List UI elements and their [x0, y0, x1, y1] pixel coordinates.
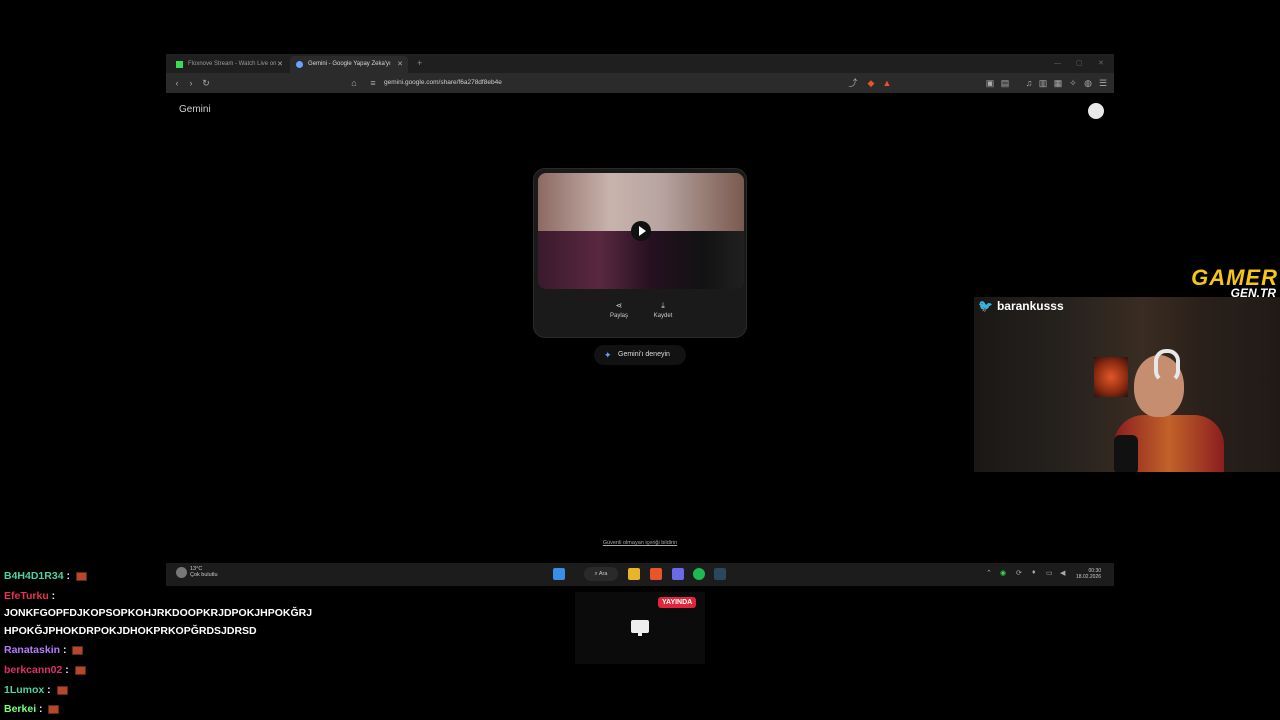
ai-icon[interactable]: ✧ — [1066, 76, 1080, 90]
chat-message: EfeTurku : — [4, 590, 56, 602]
chat-message: B4H4D1R34 : — [4, 569, 87, 583]
steam-icon[interactable] — [714, 568, 726, 580]
brave-shield-icon[interactable]: ◆ — [864, 76, 878, 90]
save-label: Kaydet — [653, 313, 673, 319]
tab-title: Gemini - Google Yapay Zeka'yı — [308, 61, 391, 67]
chat-message: 1Lumox : — [4, 683, 68, 697]
tray-sync-icon[interactable]: ⟳ — [1016, 569, 1022, 577]
search-label: Ara — [598, 571, 608, 577]
clock-date: 18.02.2026 — [1076, 574, 1102, 580]
chat-message-text: JONKFGOPFDJKOPSOPKOHJRKDOOPKRJDPOKJHPOKĞ… — [4, 607, 313, 619]
download-icon: ⤓ — [661, 301, 665, 310]
shared-video-card: ⋖ Paylaş ⤓ Kaydet — [533, 168, 747, 338]
wallet-icon[interactable]: ▤ — [998, 76, 1012, 90]
forward-icon[interactable]: › — [184, 76, 198, 90]
twitter-handle: 🐦 barankusss — [978, 299, 1064, 313]
sparkle-icon: ✦ — [604, 350, 612, 360]
handle-text: barankusss — [996, 299, 1064, 313]
screenshot-icon[interactable]: ▦ — [1051, 76, 1065, 90]
fireplace — [1094, 357, 1128, 397]
browser-window: Floxnove Stream - Watch Live on ✕ Gemini… — [166, 54, 1114, 586]
chat-user: B4H4D1R34 — [4, 570, 64, 582]
share-label: Paylaş — [609, 313, 628, 319]
twitter-icon: 🐦 — [978, 299, 993, 313]
tab-bar: Floxnove Stream - Watch Live on ✕ Gemini… — [166, 54, 1114, 73]
avatar[interactable] — [1088, 103, 1104, 119]
share-icon: ⋖ — [615, 301, 623, 310]
emote-icon — [48, 704, 60, 714]
url-text[interactable]: gemini.google.com/share/f6a278df8eb4e — [384, 75, 502, 91]
emote-icon — [56, 685, 68, 695]
chat-user: berkcann02 — [4, 664, 63, 676]
share-icon[interactable]: ⤴ — [846, 76, 860, 90]
vpn-icon[interactable]: ◍ — [1081, 76, 1095, 90]
microphone — [1114, 435, 1138, 472]
gemini-logo[interactable]: Gemini — [179, 104, 211, 115]
extension-icon[interactable]: ▣ — [983, 76, 997, 90]
chat-message: Ranataskin : — [4, 643, 84, 657]
chat-user: 1Lumox — [4, 684, 45, 696]
menu-icon[interactable]: ☰ — [1096, 76, 1110, 90]
close-icon[interactable]: ✕ — [277, 56, 283, 73]
report-link[interactable]: Güvenli olmayan içeriği bildirin — [166, 540, 1114, 546]
try-gemini-button[interactable]: ✦ Gemini'ı deneyin — [594, 345, 686, 365]
chat-message: berkcann02 : — [4, 663, 86, 677]
discord-icon[interactable] — [672, 568, 684, 580]
emote-icon — [72, 645, 84, 655]
file-explorer-icon[interactable] — [628, 568, 640, 580]
gamergen-logo: GAMER GEN.TR — [1150, 266, 1280, 301]
toolbar: ‹ › ↻ ⌂ ≡ gemini.google.com/share/f6a278… — [166, 73, 1114, 93]
chat-user: Ranataskin — [4, 644, 61, 656]
maximize-icon[interactable]: ▢ — [1076, 54, 1083, 73]
tray-chevron-icon[interactable]: ⌃ — [986, 569, 992, 577]
emote-icon — [75, 571, 87, 581]
video-thumbnail[interactable] — [538, 173, 744, 289]
chat-overlay: B4H4D1R34 : EfeTurku : JONKFGOPFDJKOPSOP… — [0, 550, 340, 720]
headset — [1154, 349, 1180, 383]
live-badge: YAYINDA — [658, 597, 697, 608]
chat-message: Berkei : — [4, 702, 60, 716]
rewards-icon[interactable]: ▲ — [880, 76, 894, 90]
music-icon[interactable]: ♫ — [1022, 76, 1036, 90]
tab-stream[interactable]: Floxnove Stream - Watch Live on ✕ — [170, 56, 288, 73]
page-content: Gemini ⋖ Paylaş ⤓ Kaydet ✦ Gemini'ı dene… — [166, 93, 1114, 563]
taskbar-clock[interactable]: 00:30 18.02.2026 — [1076, 568, 1101, 580]
microphone-icon[interactable]: ♦ — [1032, 569, 1036, 576]
tab-title: Floxnove Stream - Watch Live on — [188, 61, 277, 67]
tray-app-icon[interactable]: ◉ — [1000, 569, 1006, 577]
stream-preview: YAYINDA — [575, 592, 705, 664]
share-button[interactable]: ⋖ Paylaş — [604, 301, 634, 319]
chat-message-text: HPOKĞJPHOKDRPOKJDHOKPRKOPĞRDSJDRSD — [4, 625, 257, 637]
site-info-icon[interactable]: ≡ — [366, 76, 380, 90]
kick-icon — [176, 61, 183, 68]
emote-icon — [74, 665, 86, 675]
save-button[interactable]: ⤓ Kaydet — [648, 301, 678, 319]
bookmark-icon[interactable]: ⌂ — [347, 76, 361, 90]
close-icon[interactable]: ✕ — [397, 56, 403, 73]
chat-user: Berkei — [4, 703, 37, 715]
play-icon[interactable] — [631, 221, 651, 241]
sidebar-icon[interactable]: ▥ — [1036, 76, 1050, 90]
windows-start-icon[interactable] — [553, 568, 565, 580]
taskbar-search[interactable]: ⌕ Ara — [584, 567, 618, 581]
tab-gemini[interactable]: Gemini - Google Yapay Zeka'yı ✕ — [290, 56, 408, 73]
gemini-icon — [296, 61, 303, 68]
monitor-icon — [631, 620, 649, 636]
spotify-icon[interactable] — [693, 568, 705, 580]
reload-icon[interactable]: ↻ — [199, 76, 213, 90]
webcam-overlay: 🐦 barankusss — [974, 297, 1280, 472]
back-icon[interactable]: ‹ — [170, 76, 184, 90]
volume-icon[interactable]: ◀ — [1060, 569, 1065, 577]
close-window-icon[interactable]: ✕ — [1098, 54, 1104, 73]
minimize-icon[interactable]: — — [1054, 54, 1061, 73]
network-icon[interactable]: ▭ — [1046, 569, 1053, 577]
chat-user: EfeTurku — [4, 590, 49, 602]
brave-browser-icon[interactable] — [650, 568, 662, 580]
address-bar[interactable]: ≡ gemini.google.com/share/f6a278df8eb4e … — [364, 75, 898, 91]
new-tab-button[interactable]: + — [417, 54, 422, 73]
try-gemini-label: Gemini'ı deneyin — [618, 351, 670, 358]
